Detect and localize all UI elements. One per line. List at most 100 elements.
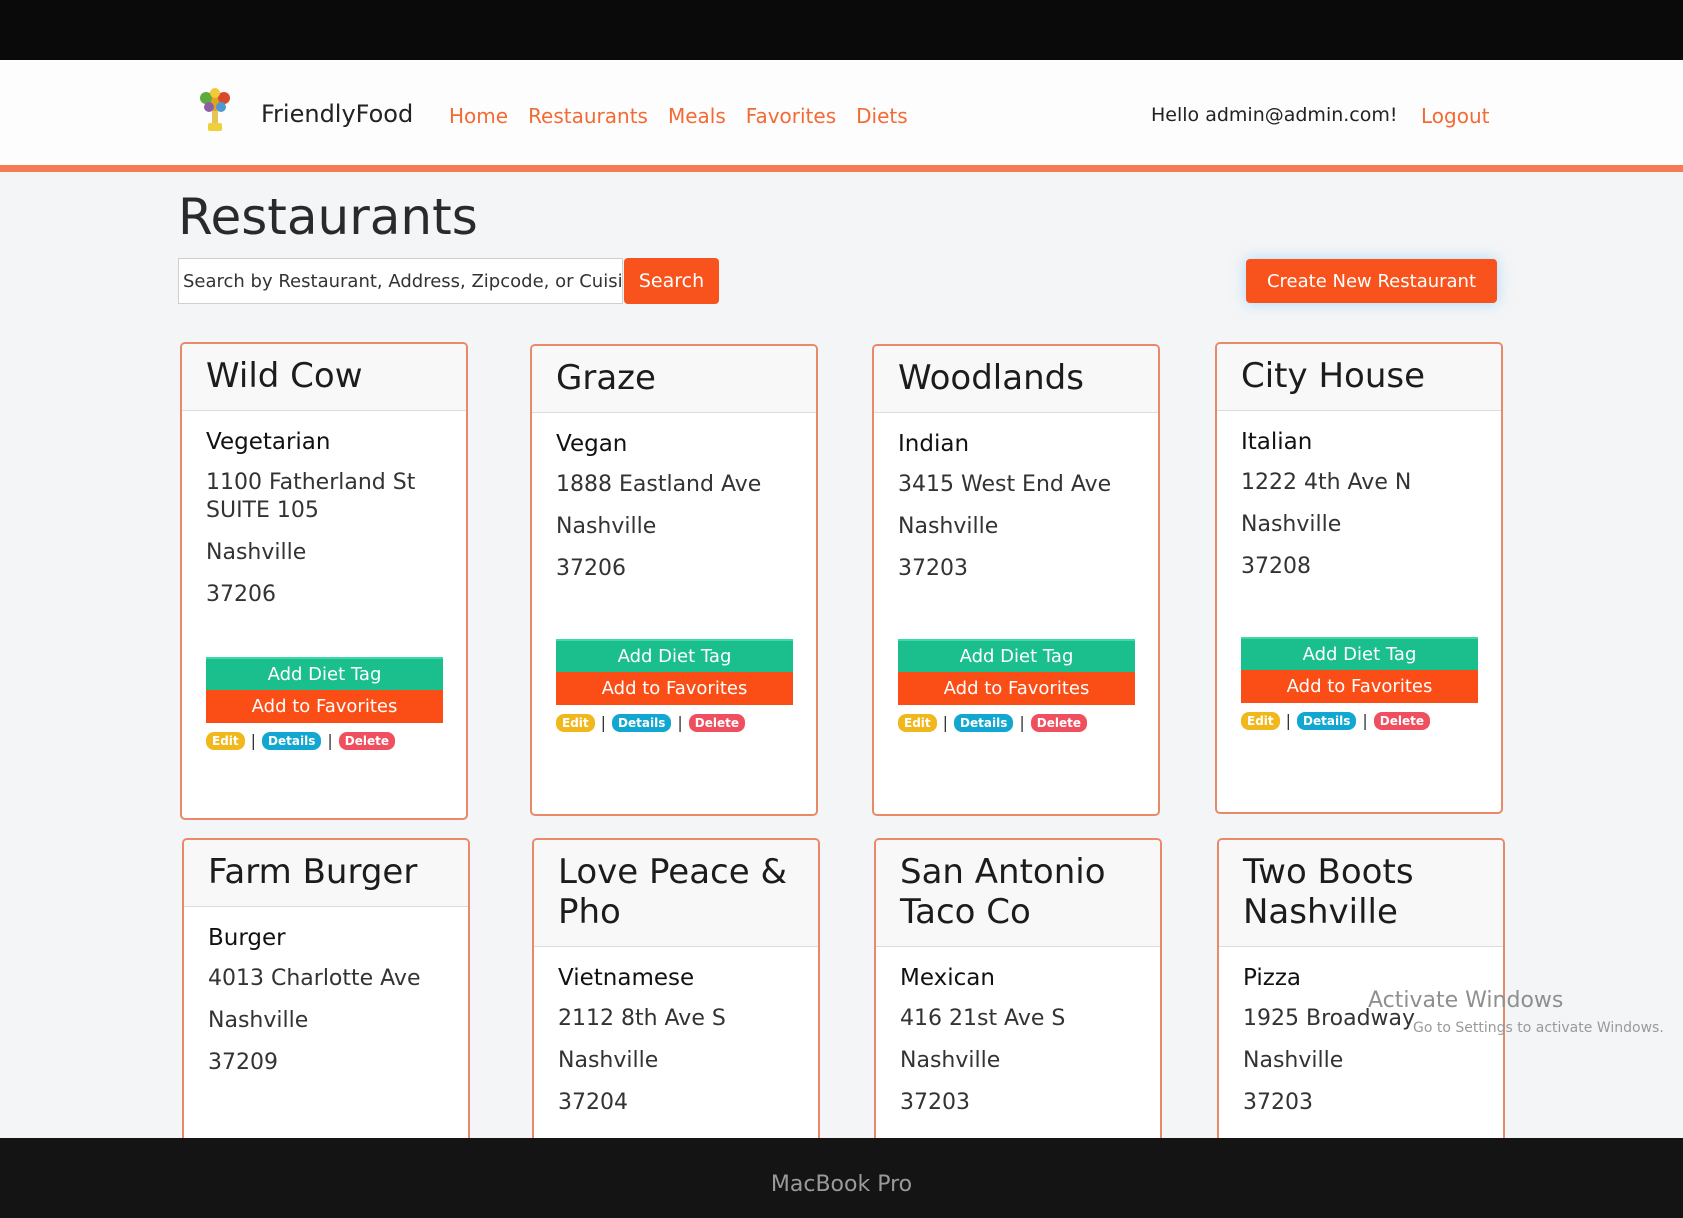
- separator: |: [327, 731, 333, 750]
- separator: |: [942, 713, 949, 732]
- nav-links: Home Restaurants Meals Favorites Diets: [449, 104, 908, 128]
- separator: |: [1285, 711, 1292, 730]
- create-restaurant-button[interactable]: Create New Restaurant: [1246, 259, 1497, 303]
- restaurant-cuisine: Vegan: [556, 431, 628, 457]
- restaurant-address: 416 21st Ave S: [900, 1006, 1066, 1031]
- delete-button[interactable]: Delete: [338, 731, 395, 750]
- card-body: Vegetarian 1100 Fatherland St SUITE 105 Na…: [182, 411, 466, 750]
- restaurant-address: 1888 Eastland Ave: [556, 472, 762, 497]
- card-body: Burger 4013 Charlotte Ave Nashville 37209: [184, 907, 468, 1077]
- card-mini-actions: Edit | Details | Delete: [898, 713, 1134, 732]
- laptop-bezel-top: [0, 0, 1683, 60]
- restaurant-name[interactable]: Farm Burger: [184, 840, 468, 907]
- logout-link[interactable]: Logout: [1421, 104, 1489, 128]
- restaurant-city: Nashville: [558, 1048, 659, 1073]
- card-mini-actions: Edit | Details | Delete: [206, 731, 442, 750]
- add-diet-tag-button[interactable]: Add Diet Tag: [206, 657, 443, 690]
- restaurant-zip: 37203: [1243, 1090, 1313, 1115]
- edit-button[interactable]: Edit: [898, 713, 937, 732]
- restaurant-address: 2112 8th Ave S: [558, 1006, 726, 1031]
- restaurant-card: Love Peace & Pho Vietnamese 2112 8th Ave S…: [532, 838, 820, 1138]
- add-to-favorites-button[interactable]: Add to Favorites: [898, 672, 1135, 705]
- details-button[interactable]: Details: [262, 731, 322, 750]
- restaurant-city: Nashville: [206, 540, 307, 565]
- separator: |: [600, 713, 607, 732]
- card-actions: Add Diet Tag Add to Favorites Edit | Details…: [898, 639, 1135, 732]
- page-title: Restaurants: [178, 188, 478, 246]
- delete-button[interactable]: Delete: [1030, 713, 1087, 732]
- card-actions: Add Diet Tag Add to Favorites Edit | Details…: [1241, 637, 1478, 730]
- restaurant-card: San Antonio Taco Co Mexican 416 21st Ave S…: [874, 838, 1162, 1138]
- restaurant-cuisine: Burger: [208, 925, 286, 951]
- brand-name[interactable]: FriendlyFood: [261, 100, 413, 128]
- edit-button[interactable]: Edit: [1241, 711, 1280, 730]
- logo-icon[interactable]: [193, 87, 237, 133]
- restaurant-name[interactable]: San Antonio Taco Co: [876, 840, 1160, 947]
- device-label: MacBook Pro: [770, 1172, 913, 1197]
- add-to-favorites-button[interactable]: Add to Favorites: [206, 690, 443, 723]
- add-to-favorites-button[interactable]: Add to Favorites: [556, 672, 793, 705]
- restaurant-card: Graze Vegan 1888 Eastland Ave Nashville 3720…: [530, 344, 818, 816]
- restaurant-name[interactable]: City House: [1217, 344, 1501, 411]
- restaurant-cuisine: Vietnamese: [558, 965, 695, 991]
- card-mini-actions: Edit | Details | Delete: [1241, 711, 1477, 730]
- restaurant-address: 3415 West End Ave: [898, 472, 1112, 497]
- browser-screen: FriendlyFood Home Restaurants Meals Favo…: [0, 60, 1683, 1138]
- details-button[interactable]: Details: [1297, 711, 1357, 730]
- restaurant-city: Nashville: [1241, 512, 1342, 537]
- windows-watermark-subtitle: Go to Settings to activate Windows.: [1413, 1020, 1664, 1036]
- nav-link-diets[interactable]: Diets: [856, 104, 908, 128]
- card-body: Mexican 416 21st Ave S Nashville 37203: [876, 947, 1160, 1117]
- restaurant-city: Nashville: [898, 514, 999, 539]
- card-body: Vegan 1888 Eastland Ave Nashville 37206 Add …: [532, 413, 816, 732]
- nav-link-restaurants[interactable]: Restaurants: [528, 104, 648, 128]
- restaurant-zip: 37208: [1241, 554, 1311, 579]
- restaurant-city: Nashville: [1243, 1048, 1344, 1073]
- restaurant-zip: 37209: [208, 1050, 278, 1075]
- restaurant-cuisine: Vegetarian: [206, 429, 331, 455]
- add-to-favorites-button[interactable]: Add to Favorites: [1241, 670, 1478, 703]
- separator: |: [1362, 711, 1368, 730]
- restaurant-name[interactable]: Graze: [532, 346, 816, 413]
- details-button[interactable]: Details: [612, 713, 672, 732]
- nav-link-favorites[interactable]: Favorites: [746, 104, 836, 128]
- restaurant-name[interactable]: Love Peace & Pho: [534, 840, 818, 947]
- card-mini-actions: Edit | Details | Delete: [556, 713, 792, 732]
- restaurant-card: Woodlands Indian 3415 West End Ave Nashvill…: [872, 344, 1160, 816]
- restaurant-zip: 37204: [558, 1090, 628, 1115]
- edit-button[interactable]: Edit: [206, 731, 245, 750]
- restaurant-city: Nashville: [900, 1048, 1001, 1073]
- delete-button[interactable]: Delete: [688, 713, 745, 732]
- restaurant-name[interactable]: Wild Cow: [182, 344, 466, 411]
- card-actions: Add Diet Tag Add to Favorites Edit | Details…: [556, 639, 793, 732]
- card-body: Italian 1222 4th Ave N Nashville 37208 Add D…: [1217, 411, 1501, 730]
- restaurant-city: Nashville: [208, 1008, 309, 1033]
- search-input[interactable]: [178, 258, 623, 304]
- delete-button[interactable]: Delete: [1373, 711, 1430, 730]
- restaurant-zip: 37206: [206, 582, 276, 607]
- search-button[interactable]: Search: [624, 258, 719, 304]
- card-body: Vietnamese 2112 8th Ave S Nashville 37204: [534, 947, 818, 1117]
- restaurant-city: Nashville: [556, 514, 657, 539]
- restaurant-card: Wild Cow Vegetarian 1100 Fatherland St SUI…: [180, 342, 468, 820]
- add-diet-tag-button[interactable]: Add Diet Tag: [556, 639, 793, 672]
- restaurant-address: 1100 Fatherland St SUITE 105: [206, 470, 416, 523]
- restaurant-cuisine: Indian: [898, 431, 970, 457]
- nav-link-home[interactable]: Home: [449, 104, 508, 128]
- separator: |: [1019, 713, 1025, 732]
- restaurant-zip: 37206: [556, 556, 626, 581]
- separator: |: [250, 731, 257, 750]
- edit-button[interactable]: Edit: [556, 713, 595, 732]
- user-greeting: Hello admin@admin.com!: [1151, 104, 1398, 126]
- restaurant-card: Farm Burger Burger 4013 Charlotte Ave Nashv…: [182, 838, 470, 1138]
- restaurant-zip: 37203: [900, 1090, 970, 1115]
- separator: |: [677, 713, 683, 732]
- windows-watermark-title: Activate Windows: [1368, 988, 1564, 1013]
- add-diet-tag-button[interactable]: Add Diet Tag: [1241, 637, 1478, 670]
- restaurant-name[interactable]: Two Boots Nashville: [1219, 840, 1503, 947]
- restaurant-name[interactable]: Woodlands: [874, 346, 1158, 413]
- details-button[interactable]: Details: [954, 713, 1014, 732]
- restaurant-cuisine: Mexican: [900, 965, 995, 991]
- nav-link-meals[interactable]: Meals: [668, 104, 726, 128]
- add-diet-tag-button[interactable]: Add Diet Tag: [898, 639, 1135, 672]
